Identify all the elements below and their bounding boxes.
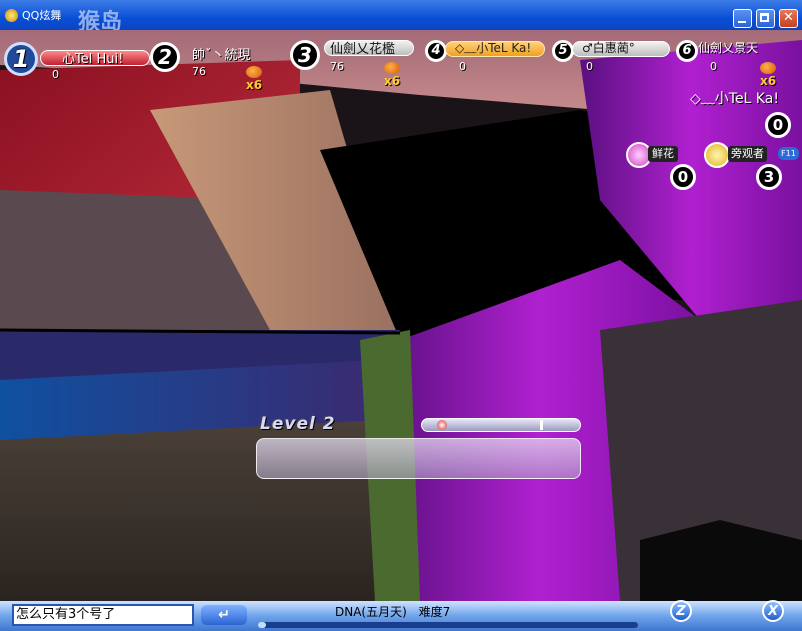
player-name: 帥ˇ丶統現 xyxy=(192,48,251,63)
player-slot-number: 4 xyxy=(425,40,447,62)
level-progress-beat-line xyxy=(540,420,543,430)
spectators-count: 3 xyxy=(756,164,782,190)
minimize-icon xyxy=(738,21,746,23)
player-name: 仙劍乂景天 xyxy=(698,41,759,55)
song-difficulty: 难度7 xyxy=(418,605,451,619)
window-title: QQ炫舞 xyxy=(22,9,62,22)
player-slot-number: 5 xyxy=(552,40,574,62)
player-name: 仙劍乂花檻 xyxy=(330,42,396,57)
player-score: 0 xyxy=(586,60,593,73)
player-score: 76 xyxy=(192,65,206,78)
player-score: 76 xyxy=(330,60,344,73)
combo-fish-icon xyxy=(760,61,776,74)
player-slot-number: 6 xyxy=(676,40,698,62)
level-progress-marker xyxy=(437,420,447,430)
enter-icon: ↵ xyxy=(218,607,230,623)
minimize-button[interactable] xyxy=(733,9,752,28)
self-score: 0 xyxy=(765,112,791,138)
player-slot-number: 3 xyxy=(290,40,320,70)
close-button[interactable]: ✕ xyxy=(779,9,798,28)
spectators-counter[interactable]: 旁观者 F11 3 xyxy=(704,140,800,190)
spectators-label: 旁观者 xyxy=(728,146,767,162)
flowers-label: 鲜花 xyxy=(648,146,678,162)
app-logo-icon xyxy=(5,9,18,22)
player-score: 0 xyxy=(710,60,717,73)
combo-fish-icon xyxy=(246,65,262,78)
arrow-input-panel xyxy=(256,438,581,479)
flowers-counter[interactable]: 鲜花 0 xyxy=(626,140,696,190)
song-progress-fill xyxy=(258,622,266,628)
player-combo: x6 xyxy=(246,64,262,92)
song-progress-track xyxy=(258,622,638,628)
player-slot-number: 2 xyxy=(150,42,180,72)
player-combo: x6 xyxy=(760,60,776,88)
player-combo: x6 xyxy=(384,60,400,88)
self-player-name: ◇﹏小TeL Ka! xyxy=(690,91,779,107)
player-slot-number: 1 xyxy=(4,42,38,76)
dance-stage-scene xyxy=(0,30,802,601)
hotkey-x-button[interactable]: X xyxy=(762,600,784,622)
player-score: 0 xyxy=(459,60,466,73)
level-label: Level 2 xyxy=(260,414,336,434)
flowers-count: 0 xyxy=(670,164,696,190)
window-titlebar[interactable]: QQ炫舞 猴岛 ✕ xyxy=(0,0,802,35)
combo-fish-icon xyxy=(384,61,400,74)
spectators-icon xyxy=(704,142,730,168)
player-name: ♂白惠蔺° xyxy=(582,41,635,55)
player-score: 0 xyxy=(52,68,59,81)
chat-input[interactable]: 怎么只有3个号了 xyxy=(12,604,194,626)
maximize-button[interactable] xyxy=(756,9,775,28)
send-chat-button[interactable]: ↵ xyxy=(201,605,247,625)
song-info: DNA(五月天) 难度7 xyxy=(335,603,450,620)
player-name: ◇﹏小TeL Ka! xyxy=(455,41,532,55)
close-icon: ✕ xyxy=(783,10,794,25)
player-name: 心Tel Hui! xyxy=(62,52,124,67)
song-title: DNA(五月天) xyxy=(335,605,407,619)
level-progress-track xyxy=(421,418,581,432)
maximize-icon xyxy=(760,13,769,22)
spectators-hotkey: F11 xyxy=(778,147,799,160)
hotkey-z-button[interactable]: Z xyxy=(670,600,692,622)
